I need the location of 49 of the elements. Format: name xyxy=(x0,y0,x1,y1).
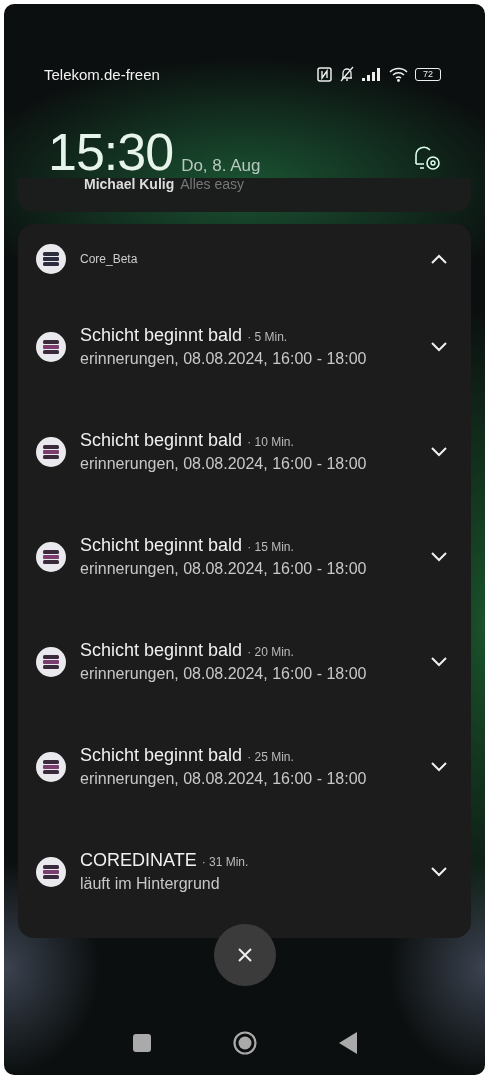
notification-text: läuft im Hintergrund xyxy=(80,875,221,893)
notification-time: · 10 Min. xyxy=(247,435,294,449)
notification-time: · 31 Min. xyxy=(201,855,249,869)
notification-time: · 20 Min. xyxy=(247,645,294,659)
expand-button[interactable] xyxy=(429,444,449,459)
app-name: Core_Beta xyxy=(80,252,139,266)
bell-muted-icon xyxy=(339,66,355,82)
app-icon xyxy=(36,331,66,362)
notification-title: Schicht beginnt bald xyxy=(80,640,243,661)
notification-time: · 15 Min. xyxy=(247,540,294,554)
expand-button[interactable] xyxy=(429,339,449,354)
back-button[interactable] xyxy=(338,1032,357,1054)
notification-text: erinnerungen, 08.08.2024, 16:00 - 18:00 xyxy=(80,770,368,788)
app-icon xyxy=(36,436,66,467)
notification-time: · 25 Min. xyxy=(247,750,294,764)
clock-date: Do, 8. Aug xyxy=(181,156,261,176)
app-icon xyxy=(36,244,66,274)
home-button[interactable] xyxy=(232,1031,257,1055)
notification-text: erinnerungen, 08.08.2024, 16:00 - 18:00 xyxy=(80,665,368,683)
notification-text: erinnerungen, 08.08.2024, 16:00 - 18:00 xyxy=(80,560,368,578)
nfc-icon xyxy=(317,66,332,82)
app-icon xyxy=(36,646,66,677)
app-icon xyxy=(36,541,66,572)
notification-title: COREDINATE xyxy=(80,850,197,871)
app-icon xyxy=(36,751,66,782)
close-icon xyxy=(236,947,253,963)
notification-card[interactable]: Michael Kulig Alles easy xyxy=(18,178,471,212)
expand-button[interactable] xyxy=(429,549,449,564)
clock-time: 15:30 xyxy=(48,126,174,178)
notification-title: Schicht beginnt bald xyxy=(80,535,243,556)
carrier-name: Telekom.de-freen xyxy=(44,65,160,83)
notification-text: erinnerungen, 08.08.2024, 16:00 - 18:00 xyxy=(80,455,368,473)
message-preview: Alles easy xyxy=(180,178,245,190)
sender-name: Michael Kulig xyxy=(84,178,175,190)
notification-text: erinnerungen, 08.08.2024, 16:00 - 18:00 xyxy=(80,350,368,368)
expand-button[interactable] xyxy=(429,864,449,879)
battery-level: 72 xyxy=(415,67,441,81)
notification-title: Schicht beginnt bald xyxy=(80,745,243,766)
bell-settings-icon[interactable] xyxy=(413,144,441,172)
notification-title: Schicht beginnt bald xyxy=(80,430,243,451)
recents-button[interactable] xyxy=(132,1034,151,1052)
expand-button[interactable] xyxy=(429,654,449,669)
app-icon xyxy=(36,856,66,887)
notification-title: Schicht beginnt bald xyxy=(80,325,243,346)
wifi-icon xyxy=(389,66,408,82)
expand-button[interactable] xyxy=(429,759,449,774)
collapse-button[interactable] xyxy=(429,252,449,266)
notification-time: · 5 Min. xyxy=(247,330,288,344)
signal-icon xyxy=(362,67,382,81)
